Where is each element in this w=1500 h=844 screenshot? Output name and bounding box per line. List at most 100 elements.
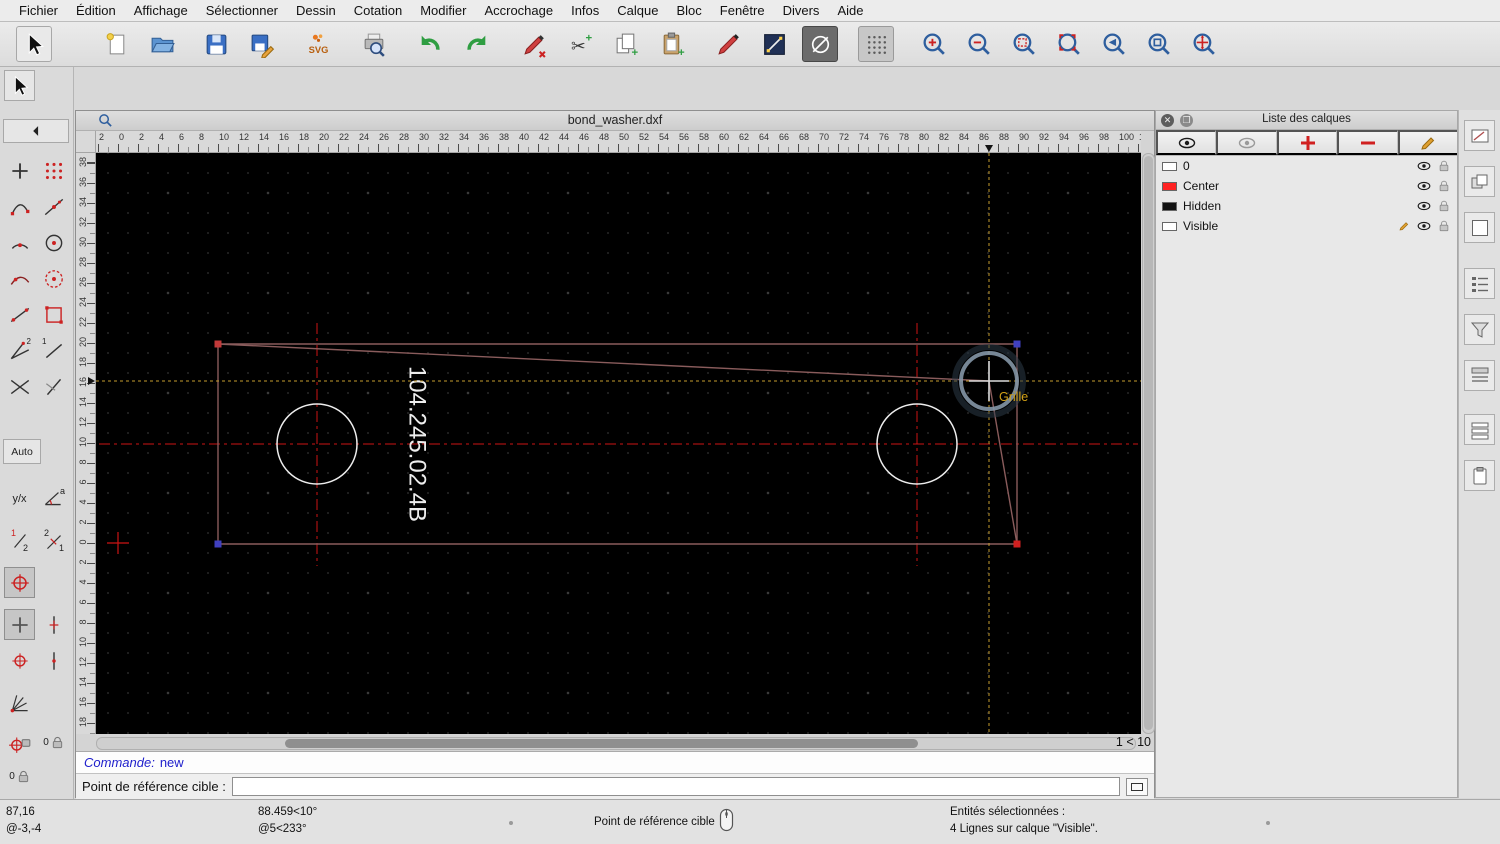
menu-fichier[interactable]: Fichier xyxy=(10,3,67,18)
zoom-in-button[interactable] xyxy=(916,26,952,62)
layer-visibility-icon[interactable] xyxy=(1417,200,1431,212)
relative-plus-button[interactable] xyxy=(4,609,35,640)
menu-accrochage[interactable]: Accrochage xyxy=(475,3,562,18)
layer-visibility-icon[interactable] xyxy=(1417,180,1431,192)
dock-filter-button[interactable] xyxy=(1464,314,1495,345)
snap-middle-button[interactable] xyxy=(38,227,69,258)
set-relative-zero-button[interactable] xyxy=(4,567,35,598)
palette-collapse-button[interactable] xyxy=(3,119,69,143)
restrict-orthogonal-button[interactable] xyxy=(4,371,35,402)
dock-list-button[interactable] xyxy=(1464,268,1495,299)
save-as-button[interactable] xyxy=(244,26,280,62)
restrict-nothing-button[interactable] xyxy=(38,371,69,402)
delete-entities-button[interactable] xyxy=(516,26,552,62)
menu-edition[interactable]: Édition xyxy=(67,3,125,18)
vertical-line-button[interactable] xyxy=(38,645,69,676)
layer-row-visible[interactable]: Visible xyxy=(1156,216,1457,236)
command-window-toggle-button[interactable] xyxy=(1126,777,1148,796)
select-tool-button[interactable] xyxy=(16,26,52,62)
command-input[interactable] xyxy=(231,777,1120,796)
zero-lock-secondary-button[interactable]: 0 xyxy=(4,761,35,792)
undo-button[interactable] xyxy=(412,26,448,62)
snap-center-button[interactable] xyxy=(4,227,35,258)
menu-selectionner[interactable]: Sélectionner xyxy=(197,3,287,18)
grid-toggle-button[interactable] xyxy=(858,26,894,62)
menu-modifier[interactable]: Modifier xyxy=(411,3,475,18)
zoom-previous-button[interactable] xyxy=(1096,26,1132,62)
copy-button[interactable]: + xyxy=(608,26,644,62)
new-file-button[interactable] xyxy=(98,26,134,62)
dock-drafting-button[interactable] xyxy=(1464,120,1495,151)
menu-divers[interactable]: Divers xyxy=(774,3,829,18)
menu-aide[interactable]: Aide xyxy=(828,3,872,18)
drawing-canvas[interactable]: 104.245.02.4B Grille xyxy=(96,153,1141,734)
middle-count-button[interactable]: 21 xyxy=(38,525,69,556)
dock-blocks-button[interactable] xyxy=(1464,166,1495,197)
vertical-scrollbar-thumb[interactable] xyxy=(1144,156,1153,730)
snap-grid-button[interactable] xyxy=(38,155,69,186)
snap-endpoint-button[interactable] xyxy=(4,191,35,222)
snap-angle-button[interactable]: 2 xyxy=(4,335,35,366)
layer-lock-icon[interactable] xyxy=(1437,180,1451,192)
horizontal-scrollbar[interactable] xyxy=(96,737,1136,750)
menu-fenetre[interactable]: Fenêtre xyxy=(711,3,774,18)
menu-infos[interactable]: Infos xyxy=(562,3,608,18)
snap-auto-button[interactable]: Auto xyxy=(3,439,41,464)
horizontal-scrollbar-thumb[interactable] xyxy=(285,739,918,748)
layer-lock-icon[interactable] xyxy=(1437,220,1451,232)
angle-rays-button[interactable] xyxy=(4,687,35,718)
edit-layer-button[interactable] xyxy=(1397,130,1458,155)
vertical-snap-button[interactable] xyxy=(38,609,69,640)
layer-lock-icon[interactable] xyxy=(1437,160,1451,172)
open-file-button[interactable] xyxy=(144,26,180,62)
dock-frame-button[interactable] xyxy=(1464,212,1495,243)
save-button[interactable] xyxy=(198,26,234,62)
vertical-scrollbar[interactable] xyxy=(1142,153,1155,734)
dock-detail-button[interactable] xyxy=(1464,360,1495,391)
layer-row-hidden[interactable]: Hidden xyxy=(1156,196,1457,216)
cut-button[interactable]: ✂ + xyxy=(562,26,598,62)
layer-row-0[interactable]: 0 xyxy=(1156,156,1457,176)
remove-layer-button[interactable] xyxy=(1337,130,1398,155)
svg-export-button[interactable]: SVG xyxy=(300,26,336,62)
snap-intersection-button[interactable] xyxy=(38,263,69,294)
middle-ratio-button[interactable]: 12 xyxy=(4,525,35,556)
attributes-pen-button[interactable] xyxy=(710,26,746,62)
restrict-box-button[interactable] xyxy=(38,299,69,330)
zoom-selection-button[interactable] xyxy=(1051,26,1087,62)
snap-single-button[interactable]: 1 xyxy=(38,335,69,366)
draw-order-button[interactable] xyxy=(756,26,792,62)
circle-tool-button[interactable] xyxy=(802,26,838,62)
layer-visibility-icon[interactable] xyxy=(1417,220,1431,232)
menu-bloc[interactable]: Bloc xyxy=(667,3,710,18)
restrict-line-button[interactable] xyxy=(4,299,35,330)
print-preview-button[interactable] xyxy=(356,26,392,62)
paste-button[interactable]: + xyxy=(654,26,690,62)
layer-visibility-icon[interactable] xyxy=(1417,160,1431,172)
coords-cartesian-button[interactable]: y/x xyxy=(4,483,35,514)
add-layer-button[interactable] xyxy=(1276,130,1338,155)
menu-cotation[interactable]: Cotation xyxy=(345,3,411,18)
menu-affichage[interactable]: Affichage xyxy=(125,3,197,18)
zoom-out-button[interactable] xyxy=(961,26,997,62)
dock-clipboard-button[interactable] xyxy=(1464,460,1495,491)
zoom-auto-button[interactable] xyxy=(1006,26,1042,62)
coords-polar-button[interactable]: a xyxy=(38,483,69,514)
show-all-layers-button[interactable] xyxy=(1156,130,1217,155)
snap-free-button[interactable] xyxy=(4,155,35,186)
zoom-window-button[interactable] xyxy=(1141,26,1177,62)
drawing-window-titlebar[interactable]: bond_washer.dxf xyxy=(76,111,1154,131)
snap-on-entity-button[interactable] xyxy=(38,191,69,222)
layer-row-center[interactable]: Center xyxy=(1156,176,1457,196)
target-zero-button[interactable] xyxy=(4,645,35,676)
redo-button[interactable] xyxy=(458,26,494,62)
zero-lock-button[interactable]: 0 xyxy=(38,727,69,758)
dock-rows-button[interactable] xyxy=(1464,414,1495,445)
hide-all-layers-button[interactable] xyxy=(1216,130,1277,155)
palette-select-button[interactable] xyxy=(4,70,35,101)
lock-relative-zero-button[interactable] xyxy=(4,727,35,758)
menu-calque[interactable]: Calque xyxy=(608,3,667,18)
zoom-pan-button[interactable] xyxy=(1186,26,1222,62)
layer-lock-icon[interactable] xyxy=(1437,200,1451,212)
snap-distance-button[interactable] xyxy=(4,263,35,294)
